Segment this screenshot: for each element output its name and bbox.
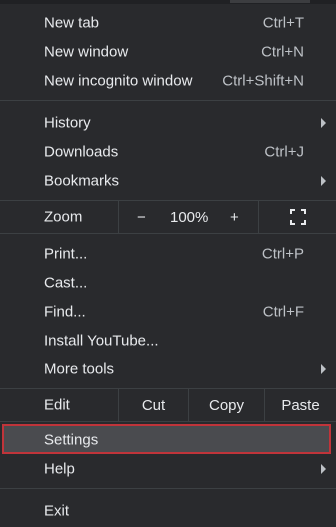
cut-button[interactable]: Cut [118,389,188,421]
menu-item-shortcut: Ctrl+T [262,14,304,31]
menu-item-label: Bookmarks [44,172,120,189]
copy-label: Copy [208,396,245,414]
menu-separator [0,233,336,234]
menu-item-install-youtube[interactable]: Install YouTube... [0,326,336,355]
menu-item-exit[interactable]: Exit [0,496,336,525]
menu-item-label: New window [44,43,129,60]
chevron-right-icon [321,117,326,128]
menu-item-label: Find... [44,303,86,320]
menu-item-label: Exit [44,502,70,519]
chevron-right-icon [321,363,326,374]
cut-label: Cut [141,396,166,414]
menu-separator [0,100,336,101]
menu-item-new-incognito-window[interactable]: New incognito window Ctrl+Shift+N [0,66,336,95]
menu-item-bookmarks[interactable]: Bookmarks [0,166,336,195]
chevron-right-icon [321,175,326,186]
menu-item-shortcut: Ctrl+J [264,143,304,160]
zoom-label: Zoom [44,208,83,226]
menu-item-label: New tab [44,14,100,31]
menu-item-label: Install YouTube... [44,332,159,349]
menu-item-label: New incognito window [44,72,193,89]
zoom-in-button[interactable]: + [230,209,239,226]
menu-separator [0,421,336,422]
zoom-level: 100% [170,208,209,226]
menu-item-shortcut: Ctrl+P [261,245,304,262]
menu-item-label: Downloads [44,143,119,160]
menu-item-shortcut: Ctrl+Shift+N [222,72,304,89]
menu-item-label: Cast... [44,274,88,291]
menu-item-print[interactable]: Print... Ctrl+P [0,239,336,268]
menu-item-label: Print... [44,245,88,262]
menu-item-label: More tools [44,360,115,377]
menu-item-shortcut: Ctrl+F [262,303,304,320]
fullscreen-icon [289,209,306,225]
menu-item-label: Help [44,460,75,477]
paste-button[interactable]: Paste [264,389,336,421]
zoom-out-button[interactable]: − [137,209,146,226]
menu-item-more-tools[interactable]: More tools [0,354,336,383]
menu-item-downloads[interactable]: Downloads Ctrl+J [0,137,336,166]
menu-top-edge [0,0,336,4]
paste-label: Paste [281,396,320,414]
fullscreen-button[interactable] [258,201,336,233]
chevron-right-icon [321,463,326,474]
edit-label: Edit [44,396,70,414]
menu-item-cast[interactable]: Cast... [0,268,336,297]
menu-item-find[interactable]: Find... Ctrl+F [0,297,336,326]
copy-button[interactable]: Copy [188,389,264,421]
edit-row: Edit Cut Copy Paste [0,389,336,421]
menu-item-history[interactable]: History [0,108,336,137]
menu-item-label: Settings [44,431,99,448]
zoom-row: Zoom − 100% + [0,201,336,233]
zoom-controls: − 100% + [118,201,258,233]
menu-item-new-tab[interactable]: New tab Ctrl+T [0,8,336,37]
menu-item-help[interactable]: Help [0,454,336,483]
menu-separator [0,488,336,489]
menu-item-label: History [44,114,91,131]
menu-item-settings[interactable]: Settings [0,425,336,454]
menu-item-new-window[interactable]: New window Ctrl+N [0,37,336,66]
browser-menu: New tab Ctrl+T New window Ctrl+N New inc… [0,0,336,527]
menu-item-shortcut: Ctrl+N [261,43,304,60]
